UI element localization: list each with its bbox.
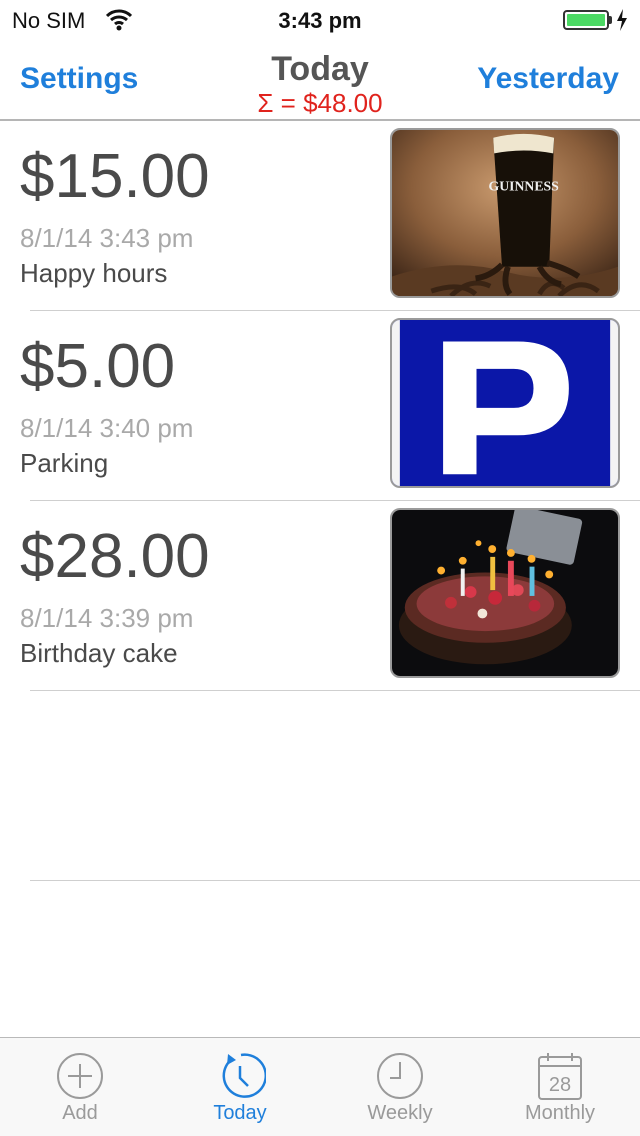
tab-monthly[interactable]: 28 Monthly — [480, 1038, 640, 1136]
birthday-cake-photo[interactable] — [390, 508, 620, 678]
row-divider — [30, 880, 640, 881]
battery-level — [567, 14, 605, 26]
tab-label: Monthly — [524, 1102, 596, 1124]
expense-date: 8/1/14 3:39 pm — [20, 603, 194, 633]
tab-bar: Add Today Weekly 28 Monthly — [0, 1037, 640, 1136]
tab-label: Weekly — [367, 1102, 433, 1124]
tab-label: Today — [213, 1102, 267, 1124]
guinness-photo[interactable]: GUINNESS — [390, 128, 620, 298]
calendar-day: 28 — [549, 1074, 571, 1096]
navigation-bar: Settings Today Σ = $48.00 Yesterday — [0, 40, 640, 121]
tab-today[interactable]: Today — [160, 1038, 320, 1136]
expense-row[interactable]: $15.00 8/1/14 3:43 pm Happy hours GUINNE… — [0, 121, 640, 311]
battery-icon — [563, 10, 609, 30]
expense-description: Parking — [20, 448, 109, 478]
calendar-icon: 28 — [538, 1053, 582, 1100]
expense-description: Birthday cake — [20, 638, 178, 668]
charging-bolt-icon — [617, 9, 627, 31]
yesterday-button[interactable]: Yesterday — [477, 62, 619, 96]
status-bar: No SIM 3:43 pm — [0, 0, 640, 40]
clock-icon — [377, 1053, 423, 1099]
expense-date: 8/1/14 3:43 pm — [20, 223, 194, 253]
expense-row[interactable]: $28.00 8/1/14 3:39 pm Birthday cake — [0, 501, 640, 691]
expense-row[interactable]: $5.00 8/1/14 3:40 pm Parking — [0, 311, 640, 501]
expense-description: Happy hours — [20, 258, 168, 288]
status-time: 3:43 pm — [278, 8, 362, 33]
expense-amount: $15.00 — [20, 142, 210, 211]
tab-add[interactable]: Add — [0, 1038, 160, 1136]
tab-weekly[interactable]: Weekly — [320, 1038, 480, 1136]
expense-list: $15.00 8/1/14 3:43 pm Happy hours GUINNE… — [0, 121, 640, 881]
expense-amount: $28.00 — [20, 522, 210, 591]
beer-label: GUINNESS — [489, 179, 560, 194]
clock-rewind-icon — [222, 1053, 266, 1098]
plus-circle-icon — [57, 1053, 103, 1099]
empty-row — [0, 691, 640, 881]
expense-date: 8/1/14 3:40 pm — [20, 413, 194, 443]
parking-sign[interactable] — [390, 318, 620, 488]
expense-amount: $5.00 — [20, 332, 176, 401]
battery-cap — [609, 16, 612, 24]
tab-label: Add — [62, 1102, 98, 1124]
